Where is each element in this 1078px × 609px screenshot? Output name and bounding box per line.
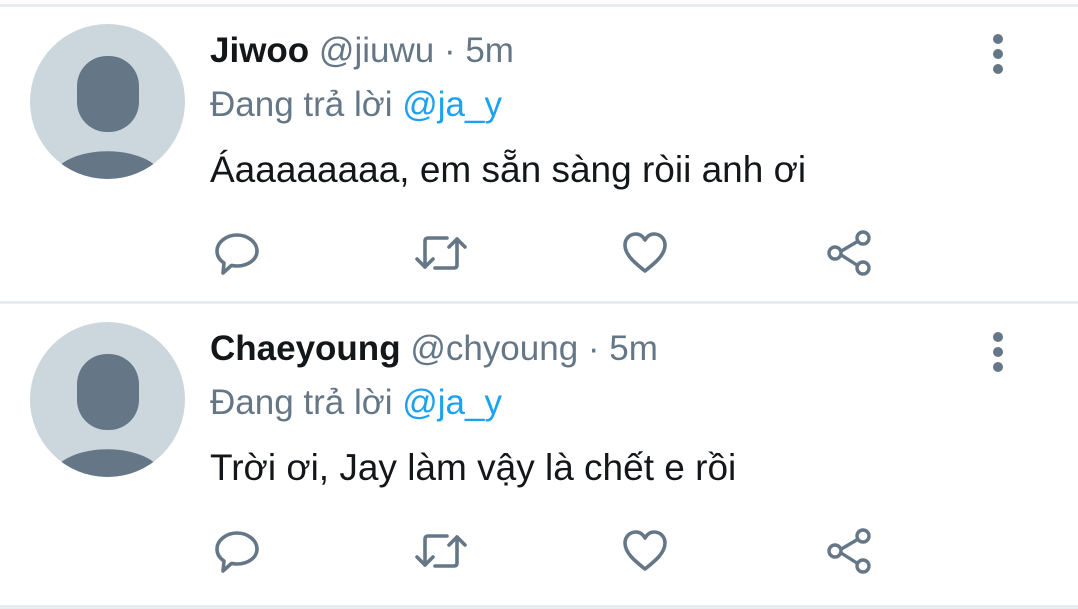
tweet-actions [0,225,1078,285]
tweet-text: Trời ơi, Jay làm vậy là chết e rồi [210,447,737,488]
replying-to: Đang trả lời @ja_y [210,381,502,425]
separator-dot: · [587,329,600,368]
timestamp[interactable]: 5m [609,329,658,368]
retweet-button[interactable] [413,523,469,579]
tweet-actions [0,523,1078,583]
more-options-button[interactable] [980,330,1016,372]
separator-dot: · [443,31,456,70]
more-options-button[interactable] [980,32,1016,74]
more-vertical-icon [993,34,1003,74]
display-name[interactable]: Jiwoo [210,31,309,70]
share-icon [827,528,871,574]
bottom-divider [0,605,1078,609]
share-button[interactable] [821,523,877,579]
retweet-button[interactable] [413,225,469,281]
mention-link[interactable]: @ja_y [402,85,502,124]
user-handle[interactable]: @chyoung [410,329,578,368]
reply-button[interactable] [209,523,265,579]
tweet-card[interactable]: Jiwoo @jiuwu · 5m Đang trả lời @ja_y Áaa… [0,7,1078,307]
tweet-divider [0,301,1078,304]
share-button[interactable] [821,225,877,281]
timestamp[interactable]: 5m [465,31,514,70]
heart-icon [623,530,667,571]
tweet-card[interactable]: Chaeyoung @chyoung · 5m Đang trả lời @ja… [0,305,1078,605]
avatar[interactable] [30,24,185,179]
default-profile-icon [50,354,165,477]
display-name[interactable]: Chaeyoung [210,329,401,368]
like-button[interactable] [617,523,673,579]
like-button[interactable] [617,225,673,281]
retweet-icon [415,534,467,568]
default-profile-icon [50,56,165,179]
replying-to-label: Đang trả lời [210,383,393,422]
mention-link[interactable]: @ja_y [402,383,502,422]
tweet-text: Áaaaaaaaa, em sẵn sàng ròii anh ơi [210,149,807,190]
heart-icon [623,232,667,273]
more-vertical-icon [993,332,1003,372]
replying-to-label: Đang trả lời [210,85,393,124]
retweet-icon [415,236,467,270]
share-icon [827,230,871,276]
reply-icon [215,233,259,275]
replying-to: Đang trả lời @ja_y [210,83,502,127]
tweet-header: Jiwoo @jiuwu · 5m [210,29,514,73]
reply-icon [215,531,259,573]
user-handle[interactable]: @jiuwu [319,31,434,70]
reply-button[interactable] [209,225,265,281]
tweet-header: Chaeyoung @chyoung · 5m [210,327,658,371]
avatar[interactable] [30,322,185,477]
